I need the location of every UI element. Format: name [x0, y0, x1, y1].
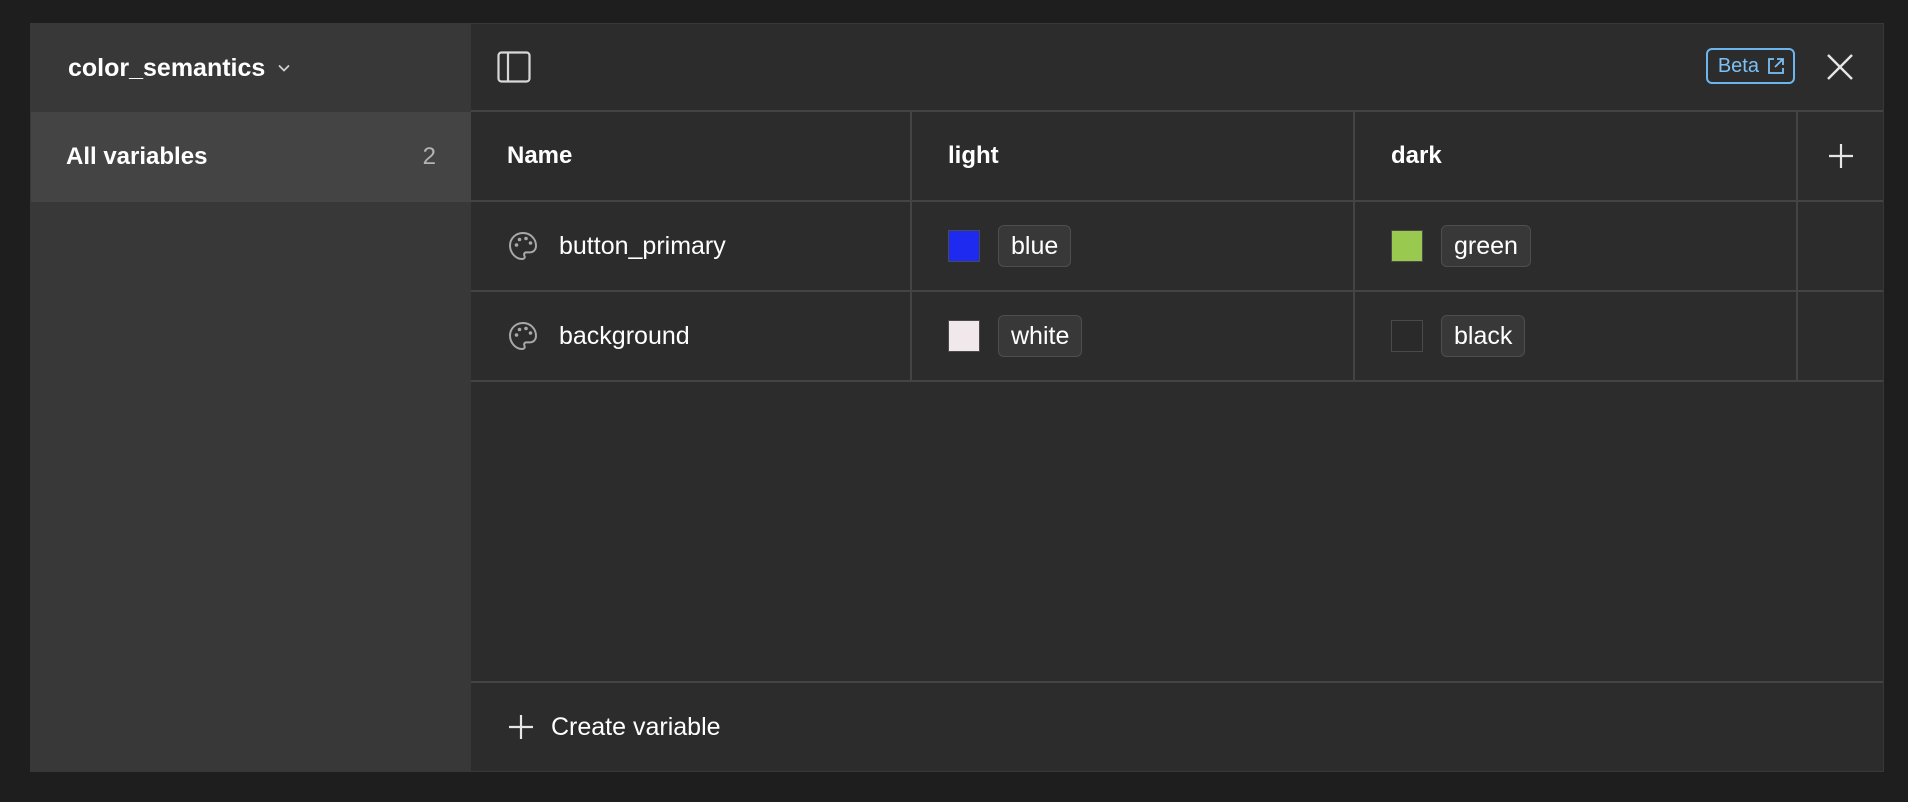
table-row[interactable]: button_primary blue green: [471, 202, 1883, 292]
sidebar-panel-icon[interactable]: [497, 51, 531, 83]
sidebar-item-label: All variables: [66, 143, 208, 170]
column-header-name: Name: [471, 112, 912, 200]
chevron-down-icon: [278, 64, 290, 72]
beta-label: Beta: [1717, 54, 1759, 77]
empty-cell: [1798, 202, 1883, 290]
main-panel: Beta Name light dark button_primary blue…: [471, 24, 1883, 771]
create-variable-label: Create variable: [551, 712, 721, 741]
value-cell-light[interactable]: blue: [912, 202, 1355, 290]
table-row[interactable]: background white black: [471, 292, 1883, 382]
variable-name: button_primary: [559, 231, 726, 260]
alias-pill[interactable]: blue: [998, 225, 1072, 267]
add-mode-cell: [1798, 112, 1883, 200]
external-link-icon: [1768, 58, 1784, 74]
sidebar: color_semantics All variables 2: [31, 24, 471, 771]
column-header-light[interactable]: light: [912, 112, 1355, 200]
table-header-row: Name light dark: [471, 112, 1883, 202]
alias-pill[interactable]: white: [998, 315, 1083, 357]
color-swatch[interactable]: [948, 320, 980, 352]
value-cell-dark[interactable]: green: [1355, 202, 1798, 290]
close-icon[interactable]: [1825, 52, 1855, 82]
beta-badge[interactable]: Beta: [1705, 48, 1795, 84]
sidebar-item-count: 2: [422, 143, 436, 170]
plus-icon[interactable]: [1826, 141, 1856, 171]
column-header-dark[interactable]: dark: [1355, 112, 1798, 200]
collection-picker[interactable]: color_semantics: [31, 24, 471, 112]
variables-table: Name light dark button_primary blue gree…: [471, 112, 1883, 382]
footer: Create variable: [471, 681, 1883, 771]
header-label: dark: [1391, 142, 1442, 169]
color-swatch[interactable]: [1391, 230, 1423, 262]
plus-icon: [509, 715, 533, 739]
variables-modal: color_semantics All variables 2 Beta Nam…: [30, 23, 1884, 772]
alias-pill[interactable]: black: [1441, 315, 1526, 357]
color-swatch[interactable]: [1391, 320, 1423, 352]
value-cell-light[interactable]: white: [912, 292, 1355, 380]
header-label: Name: [507, 142, 573, 169]
empty-cell: [1798, 292, 1883, 380]
topbar: Beta: [471, 24, 1883, 112]
collection-name: color_semantics: [68, 53, 266, 82]
variable-name-cell[interactable]: button_primary: [471, 202, 912, 290]
palette-icon: [508, 321, 538, 351]
variable-name-cell[interactable]: background: [471, 292, 912, 380]
create-variable-button[interactable]: Create variable: [507, 713, 721, 742]
color-swatch[interactable]: [948, 230, 980, 262]
alias-pill[interactable]: green: [1441, 225, 1531, 267]
palette-icon: [508, 231, 538, 261]
sidebar-item-all-variables[interactable]: All variables 2: [31, 112, 471, 202]
header-label: light: [948, 142, 999, 169]
value-cell-dark[interactable]: black: [1355, 292, 1798, 380]
variable-name: background: [559, 321, 690, 350]
